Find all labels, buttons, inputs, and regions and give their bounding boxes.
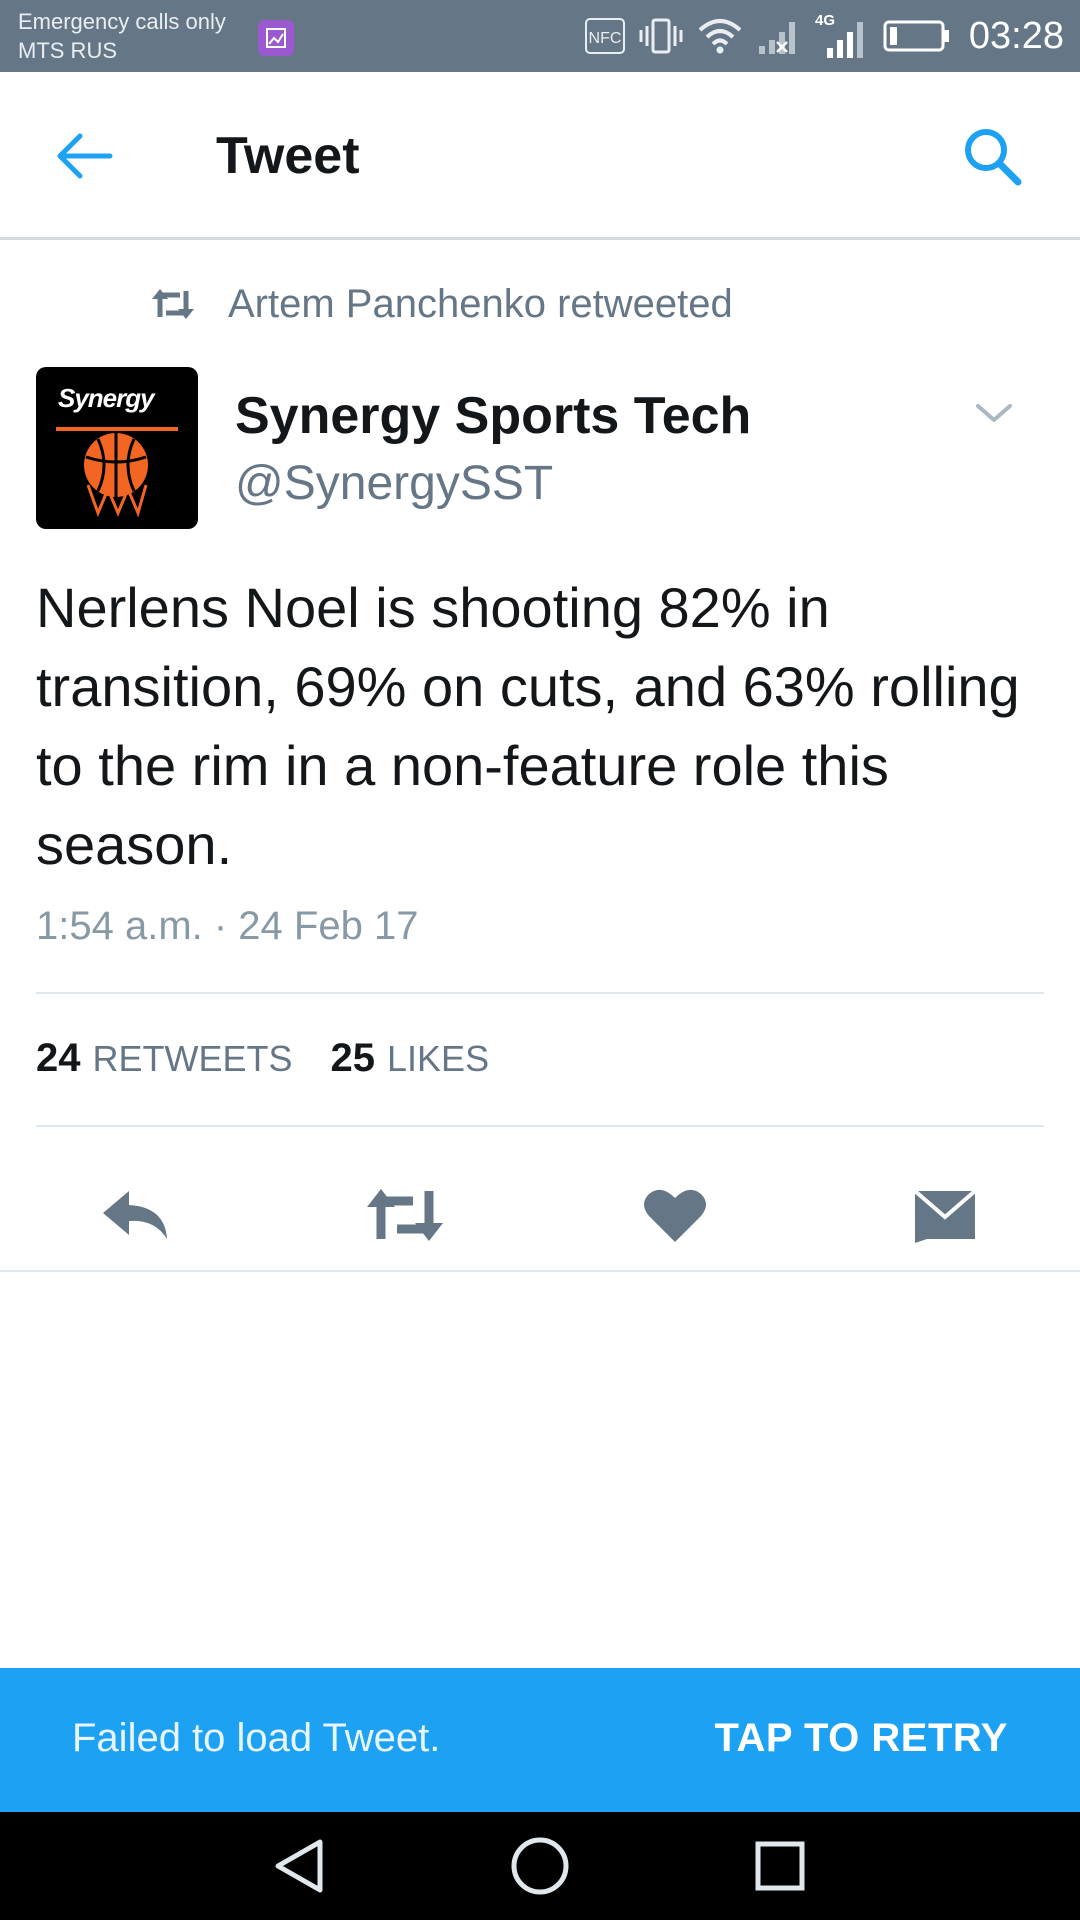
- chevron-down-icon[interactable]: [966, 388, 1022, 438]
- navigation-bar: [0, 1812, 1080, 1920]
- like-icon: [644, 1189, 706, 1242]
- svg-text:NFC: NFC: [588, 30, 621, 47]
- page-title: Tweet: [216, 127, 360, 185]
- recents-square-icon[interactable]: [748, 1834, 812, 1898]
- gallery-notification-icon: [258, 20, 294, 56]
- like-button[interactable]: [630, 1170, 720, 1260]
- emergency-calls-text: Emergency calls only: [18, 9, 226, 34]
- status-bar: Emergency calls only MTS RUS NFC 4G 03:2…: [0, 0, 1080, 72]
- author-name[interactable]: Synergy Sports Tech: [235, 386, 751, 446]
- retweets-count[interactable]: 24: [36, 1036, 81, 1081]
- nfc-icon: NFC: [584, 18, 625, 54]
- reply-button[interactable]: [90, 1170, 180, 1260]
- retry-button[interactable]: TAP TO RETRY: [715, 1716, 1008, 1761]
- avatar[interactable]: Synergy: [36, 367, 198, 529]
- divider: [0, 1270, 1080, 1272]
- basketball-hoop-icon: [56, 427, 178, 518]
- reply-icon: [103, 1191, 167, 1239]
- divider: [36, 1125, 1044, 1127]
- carrier-info: Emergency calls only MTS RUS: [18, 7, 226, 65]
- tweet-actions: [0, 1160, 1080, 1270]
- direct-message-button[interactable]: [900, 1170, 990, 1260]
- arrow-left-icon[interactable]: [50, 122, 118, 190]
- retweet-small-icon: [152, 289, 194, 319]
- signal-icon: 4G: [815, 12, 863, 58]
- direct-message-icon: [913, 1189, 977, 1243]
- retweets-label[interactable]: RETWEETS: [93, 1038, 293, 1080]
- carrier-name: MTS RUS: [18, 38, 117, 63]
- clock: 03:28: [968, 14, 1064, 57]
- retweet-context[interactable]: Artem Panchenko retweeted: [150, 278, 733, 330]
- retweeted-by-text: Artem Panchenko retweeted: [228, 281, 733, 326]
- retweet-icon: [367, 1189, 443, 1241]
- retweet-button[interactable]: [360, 1170, 450, 1260]
- search-icon[interactable]: [958, 122, 1026, 190]
- likes-count[interactable]: 25: [331, 1036, 376, 1081]
- app-bar: Tweet: [0, 72, 1080, 240]
- author-handle[interactable]: @SynergySST: [235, 456, 553, 511]
- status-icons: NFC 4G 03:28: [584, 0, 1064, 72]
- tweet-text: Nerlens Noel is shooting 82% in transiti…: [36, 576, 1020, 876]
- back-triangle-icon[interactable]: [268, 1834, 332, 1898]
- divider: [36, 992, 1044, 994]
- tweet-timestamp: 1:54 a.m. · 24 Feb 17: [36, 904, 419, 948]
- wifi-icon: [698, 19, 742, 54]
- no-signal-icon: [758, 22, 795, 54]
- snackbar-message: Failed to load Tweet.: [72, 1716, 441, 1760]
- battery-icon: [883, 20, 949, 52]
- tweet-stats: 24 RETWEETS 25 LIKES: [36, 1036, 489, 1081]
- error-snackbar: Failed to load Tweet. TAP TO RETRY: [0, 1668, 1080, 1812]
- vibrate-icon: [639, 18, 683, 54]
- likes-label[interactable]: LIKES: [387, 1038, 489, 1080]
- home-circle-icon[interactable]: [508, 1834, 572, 1898]
- svg-text:4G: 4G: [815, 12, 835, 29]
